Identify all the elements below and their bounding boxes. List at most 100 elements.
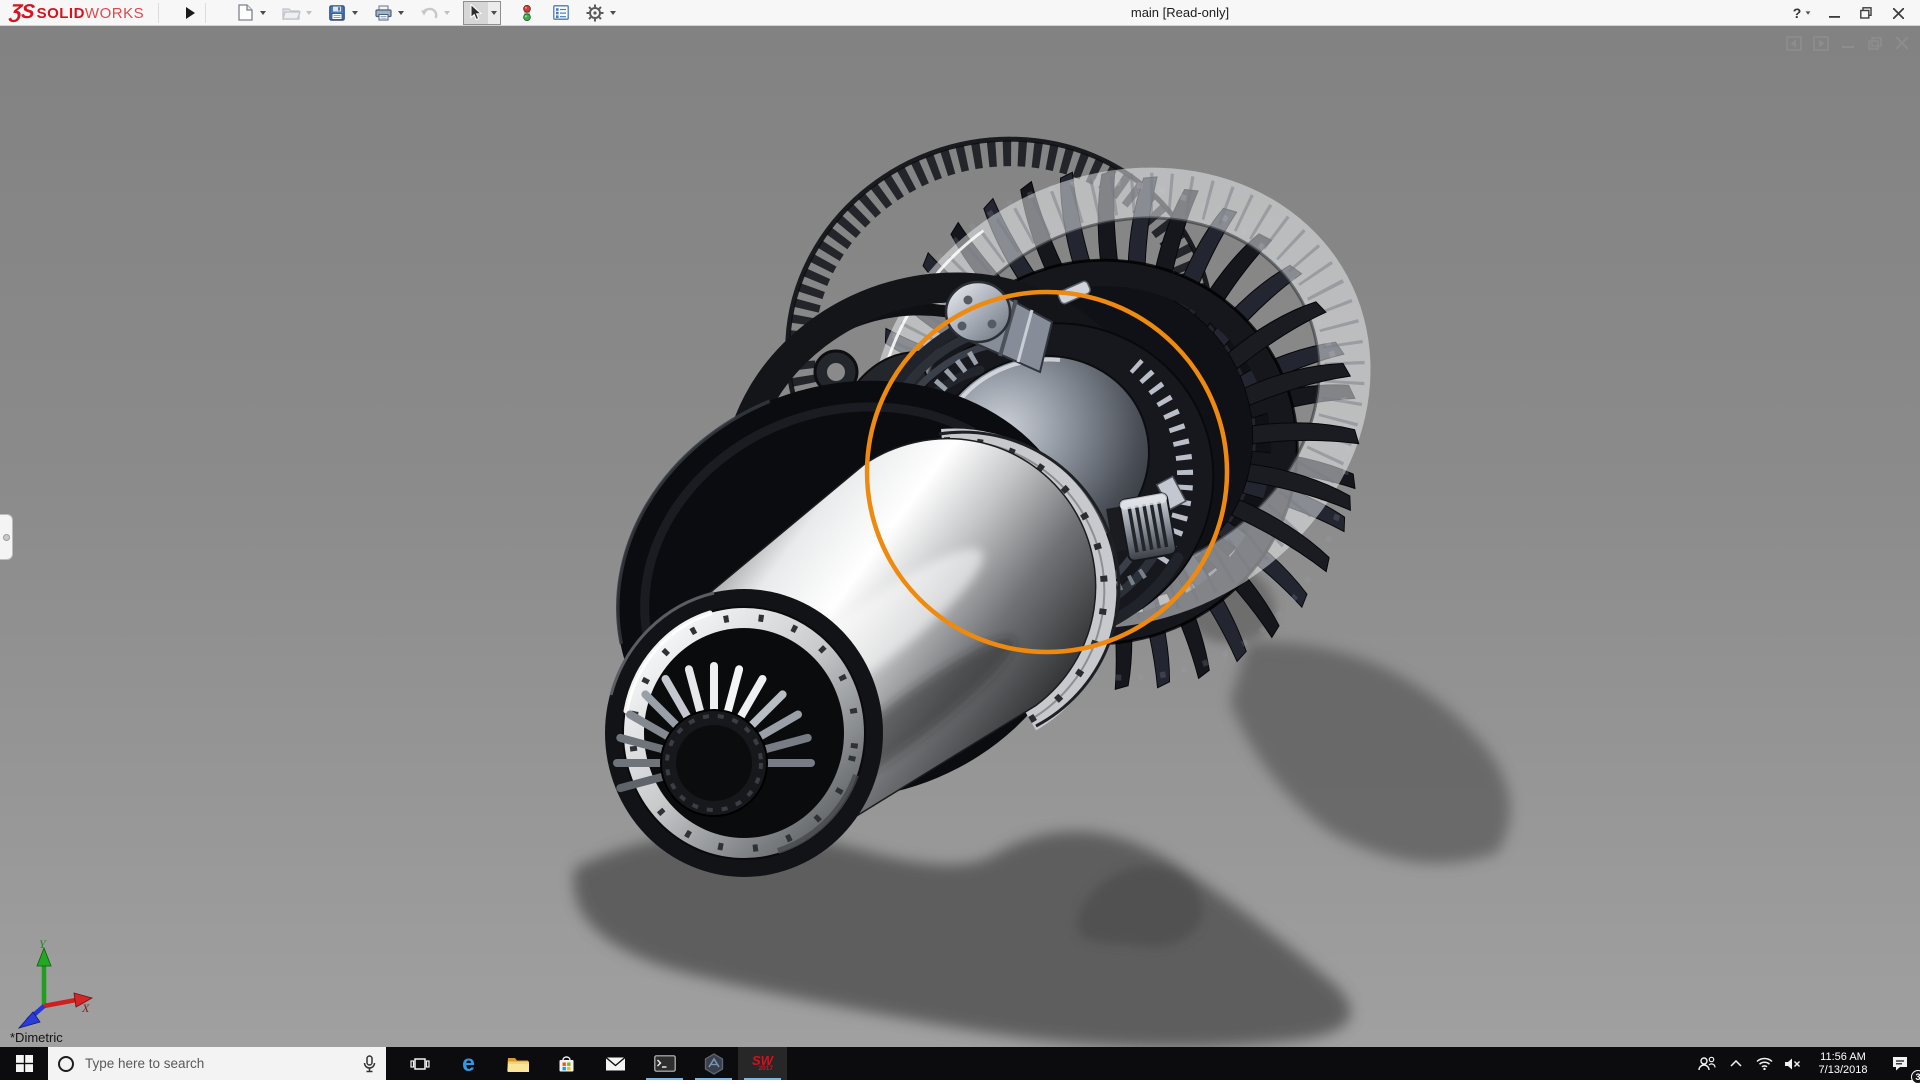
expand-menu-button[interactable] [180,2,200,24]
hidden-icons-button[interactable] [1722,1047,1750,1080]
select-tool-button[interactable] [464,2,488,24]
quick-access-toolbar [233,1,627,25]
separator [158,3,159,23]
windows-logo-icon [16,1055,33,1072]
print-icon [375,5,392,21]
document-title: main [Read-only] [1131,0,1229,26]
expand-arrow-icon [186,7,195,19]
undo-arrow-icon [420,6,438,20]
network-button[interactable] [1750,1047,1778,1080]
options-dropdown[interactable] [607,2,619,24]
solidworks-2017-icon: SW 2017 [752,1054,773,1073]
command-prompt-button[interactable] [640,1047,689,1080]
people-icon [1698,1056,1716,1072]
pane-right-icon [1813,36,1829,51]
file-properties-button[interactable] [549,2,573,24]
select-cursor-icon [470,4,483,21]
graphics-viewport[interactable]: Y X *Dimetric [0,26,1920,1047]
restore-button[interactable] [1852,1,1880,25]
clock[interactable]: 11:56 AM 7/13/2018 [1806,1047,1880,1080]
notification-badge: 3 [1911,1070,1920,1084]
volume-button[interactable] [1778,1047,1806,1080]
undo-dropdown[interactable] [441,2,453,24]
pane-right-button[interactable] [1812,35,1829,51]
solidworks-2017-button[interactable]: SW 2017 [738,1047,787,1080]
taskbar-search[interactable] [48,1047,386,1080]
doc-restore-icon [1868,37,1882,50]
volume-muted-icon [1784,1057,1801,1071]
mail-button[interactable] [591,1047,640,1080]
solidworks-logo-glyph: ƷS [9,1,35,24]
file-explorer-icon [507,1055,529,1073]
help-button[interactable]: ? [1788,1,1816,25]
document-window-controls [1785,35,1910,51]
edge-button[interactable]: e [444,1047,493,1080]
titlebar: ƷSSOLIDWORKS [0,0,1920,26]
options-gear-icon [586,4,604,22]
x-axis-label: X [81,1001,90,1015]
minimize-icon [1829,8,1840,19]
turbine-engine-assembly[interactable] [0,26,1920,1047]
search-input[interactable] [83,1055,354,1072]
file-properties-icon [553,5,569,20]
action-center-icon [1891,1055,1909,1072]
tray-time: 11:56 AM [1819,1051,1868,1064]
mail-icon [605,1056,626,1072]
print-document-button[interactable] [371,2,395,24]
window-controls: ? [1788,0,1912,26]
rebuild-traffic-light-icon [521,4,533,22]
windows-taskbar: e [0,1047,1920,1080]
select-tool-dropdown[interactable] [488,2,500,24]
feature-manager-collapsed-tab[interactable] [0,514,13,560]
start-button[interactable] [0,1047,48,1080]
open-document-dropdown[interactable] [303,2,315,24]
new-document-dropdown[interactable] [257,2,269,24]
feature-manager-tab-dot [3,534,10,541]
system-tray: 11:56 AM 7/13/2018 3 [1692,1047,1920,1080]
command-prompt-icon [654,1055,676,1072]
close-icon [1893,8,1904,19]
cortana-icon [58,1056,74,1072]
minimize-button[interactable] [1820,1,1848,25]
separator [205,3,206,23]
view-orientation-label: *Dimetric [10,1030,63,1045]
wifi-icon [1756,1057,1773,1070]
file-explorer-button[interactable] [493,1047,542,1080]
reference-triad: Y X [14,938,104,1034]
options-button[interactable] [583,2,607,24]
hexagon-app-button[interactable] [689,1047,738,1080]
pane-left-button[interactable] [1785,35,1802,51]
print-dropdown[interactable] [395,2,407,24]
edge-icon: e [462,1052,475,1075]
people-button[interactable] [1692,1047,1722,1080]
doc-minimize-icon [1842,37,1854,49]
action-center-button[interactable]: 3 [1880,1047,1920,1080]
front-rim [605,589,883,877]
chevron-up-icon [1730,1060,1742,1067]
doc-minimize-button[interactable] [1839,35,1856,51]
save-floppy-icon [329,5,345,21]
restore-icon [1860,7,1872,19]
pane-left-icon [1786,36,1802,51]
doc-restore-button[interactable] [1866,35,1883,51]
open-document-button[interactable] [279,2,303,24]
microphone-icon[interactable] [363,1055,376,1073]
microsoft-store-button[interactable] [542,1047,591,1080]
open-folder-icon [282,5,301,21]
task-view-icon [410,1054,430,1074]
rebuild-button[interactable] [515,2,539,24]
task-view-button[interactable] [395,1047,444,1080]
undo-button[interactable] [417,2,441,24]
save-document-button[interactable] [325,2,349,24]
close-button[interactable] [1884,1,1912,25]
new-document-icon [238,4,253,21]
new-document-button[interactable] [233,2,257,24]
solidworks-logo: ƷSSOLIDWORKS [0,1,144,24]
tray-date: 7/13/2018 [1819,1064,1868,1077]
taskbar-app-icons: e [395,1047,787,1080]
save-dropdown[interactable] [349,2,361,24]
y-axis-label: Y [39,938,47,951]
doc-close-button[interactable] [1893,35,1910,51]
doc-close-icon [1896,37,1908,49]
hexagon-app-icon [703,1053,725,1075]
